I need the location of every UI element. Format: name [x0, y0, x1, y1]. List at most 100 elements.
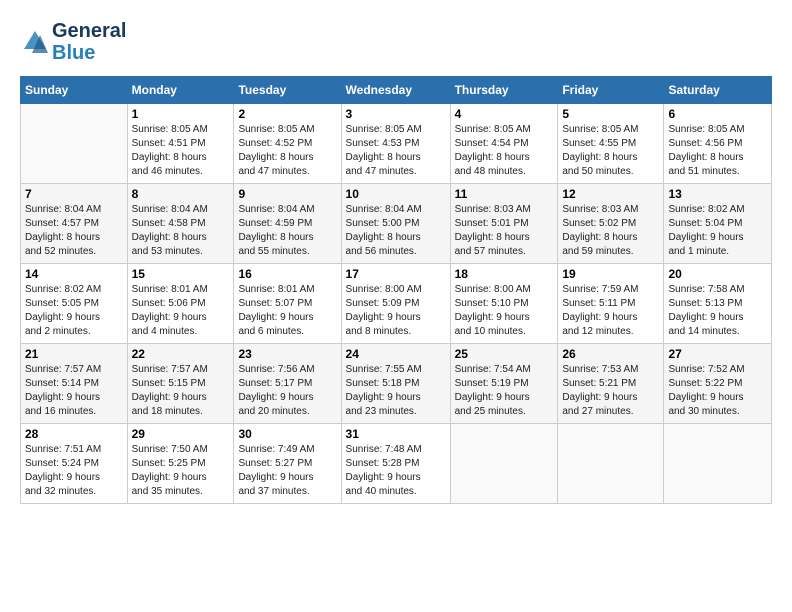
calendar-cell: 17 Sunrise: 8:00 AMSunset: 5:09 PMDayligh…	[341, 264, 450, 344]
day-number: 25	[455, 347, 554, 361]
day-info: Sunrise: 8:03 AMSunset: 5:01 PMDaylight:…	[455, 203, 554, 259]
day-info: Sunrise: 8:04 AMSunset: 4:57 PMDaylight:…	[25, 203, 123, 259]
day-number: 10	[346, 187, 446, 201]
page: General Blue SundayMondayTuesdayWednesda…	[0, 0, 792, 612]
day-number: 24	[346, 347, 446, 361]
day-number: 12	[562, 187, 659, 201]
day-info: Sunrise: 7:57 AMSunset: 5:14 PMDaylight:…	[25, 363, 123, 419]
calendar-cell: 11Sunrise: 8:03 AMSunset: 5:01 PMDayligh…	[450, 184, 558, 264]
day-info: Sunrise: 8:05 AMSunset: 4:51 PMDaylight:…	[132, 123, 230, 179]
calendar-cell: 9Sunrise: 8:04 AMSunset: 4:59 PMDaylight…	[234, 184, 341, 264]
day-number: 19	[562, 267, 659, 281]
weekday-header-saturday: Saturday	[664, 77, 772, 104]
day-info: Sunrise: 7:56 AMSunset: 5:17 PMDaylight:…	[238, 363, 336, 419]
day-number: 17	[346, 267, 446, 281]
day-info: Sunrise: 8:04 AMSunset: 4:58 PMDaylight:…	[132, 203, 230, 259]
day-info: Sunrise: 7:49 AMSunset: 5:27 PMDaylight:…	[238, 443, 336, 499]
day-info: Sunrise: 8:05 AMSunset: 4:55 PMDaylight:…	[562, 123, 659, 179]
day-info: Sunrise: 8:02 AMSunset: 5:04 PMDaylight:…	[668, 203, 767, 259]
day-number: 26	[562, 347, 659, 361]
calendar-cell: 22Sunrise: 7:57 AMSunset: 5:15 PMDayligh…	[127, 344, 234, 424]
week-row-4: 21 Sunrise: 7:57 AMSunset: 5:14 PMDayligh…	[21, 344, 772, 424]
day-info: Sunrise: 8:00 AMSunset: 5:10 PMDaylight:…	[455, 283, 554, 339]
calendar-cell: 13 Sunrise: 8:02 AMSunset: 5:04 PMDayligh…	[664, 184, 772, 264]
calendar-cell: 16Sunrise: 8:01 AMSunset: 5:07 PMDayligh…	[234, 264, 341, 344]
calendar-cell: 10Sunrise: 8:04 AMSunset: 5:00 PMDayligh…	[341, 184, 450, 264]
day-info: Sunrise: 8:05 AMSunset: 4:52 PMDaylight:…	[238, 123, 336, 179]
day-number: 15	[132, 267, 230, 281]
header: General Blue	[20, 20, 772, 64]
calendar-cell: 25 Sunrise: 7:54 AMSunset: 5:19 PMDayligh…	[450, 344, 558, 424]
day-info: Sunrise: 8:05 AMSunset: 4:56 PMDaylight:…	[668, 123, 767, 179]
day-info: Sunrise: 7:53 AMSunset: 5:21 PMDaylight:…	[562, 363, 659, 419]
day-number: 29	[132, 427, 230, 441]
calendar-cell	[664, 424, 772, 504]
day-number: 13	[668, 187, 767, 201]
day-number: 4	[455, 107, 554, 121]
calendar-cell: 29 Sunrise: 7:50 AMSunset: 5:25 PMDayligh…	[127, 424, 234, 504]
week-row-1: 1 Sunrise: 8:05 AMSunset: 4:51 PMDaylight…	[21, 104, 772, 184]
day-number: 28	[25, 427, 123, 441]
calendar-cell: 19 Sunrise: 7:59 AMSunset: 5:11 PMDayligh…	[558, 264, 664, 344]
day-number: 1	[132, 107, 230, 121]
calendar-cell: 28 Sunrise: 7:51 AMSunset: 5:24 PMDayligh…	[21, 424, 128, 504]
day-number: 21	[25, 347, 123, 361]
day-info: Sunrise: 7:48 AMSunset: 5:28 PMDaylight:…	[346, 443, 446, 499]
weekday-header-thursday: Thursday	[450, 77, 558, 104]
day-info: Sunrise: 7:52 AMSunset: 5:22 PMDaylight:…	[668, 363, 767, 419]
weekday-header-friday: Friday	[558, 77, 664, 104]
day-info: Sunrise: 7:50 AMSunset: 5:25 PMDaylight:…	[132, 443, 230, 499]
day-info: Sunrise: 7:58 AMSunset: 5:13 PMDaylight:…	[668, 283, 767, 339]
day-number: 2	[238, 107, 336, 121]
calendar-cell: 18 Sunrise: 8:00 AMSunset: 5:10 PMDayligh…	[450, 264, 558, 344]
weekday-header-monday: Monday	[127, 77, 234, 104]
day-info: Sunrise: 7:59 AMSunset: 5:11 PMDaylight:…	[562, 283, 659, 339]
day-info: Sunrise: 7:57 AMSunset: 5:15 PMDaylight:…	[132, 363, 230, 419]
weekday-header-tuesday: Tuesday	[234, 77, 341, 104]
calendar-cell: 30 Sunrise: 7:49 AMSunset: 5:27 PMDayligh…	[234, 424, 341, 504]
week-row-2: 7Sunrise: 8:04 AMSunset: 4:57 PMDaylight…	[21, 184, 772, 264]
day-info: Sunrise: 8:05 AMSunset: 4:54 PMDaylight:…	[455, 123, 554, 179]
weekday-header-row: SundayMondayTuesdayWednesdayThursdayFrid…	[21, 77, 772, 104]
day-info: Sunrise: 7:54 AMSunset: 5:19 PMDaylight:…	[455, 363, 554, 419]
day-number: 14	[25, 267, 123, 281]
logo-text: General Blue	[52, 20, 126, 64]
day-number: 23	[238, 347, 336, 361]
calendar-cell: 15 Sunrise: 8:01 AMSunset: 5:06 PMDayligh…	[127, 264, 234, 344]
calendar-cell: 5 Sunrise: 8:05 AMSunset: 4:55 PMDaylight…	[558, 104, 664, 184]
calendar-cell	[21, 104, 128, 184]
calendar-cell: 14Sunrise: 8:02 AMSunset: 5:05 PMDayligh…	[21, 264, 128, 344]
calendar-cell: 4 Sunrise: 8:05 AMSunset: 4:54 PMDaylight…	[450, 104, 558, 184]
day-info: Sunrise: 8:00 AMSunset: 5:09 PMDaylight:…	[346, 283, 446, 339]
calendar-cell: 6Sunrise: 8:05 AMSunset: 4:56 PMDaylight…	[664, 104, 772, 184]
week-row-5: 28 Sunrise: 7:51 AMSunset: 5:24 PMDayligh…	[21, 424, 772, 504]
day-info: Sunrise: 8:03 AMSunset: 5:02 PMDaylight:…	[562, 203, 659, 259]
calendar-cell: 23 Sunrise: 7:56 AMSunset: 5:17 PMDayligh…	[234, 344, 341, 424]
day-number: 31	[346, 427, 446, 441]
calendar-cell	[450, 424, 558, 504]
calendar-cell: 20 Sunrise: 7:58 AMSunset: 5:13 PMDayligh…	[664, 264, 772, 344]
week-row-3: 14Sunrise: 8:02 AMSunset: 5:05 PMDayligh…	[21, 264, 772, 344]
calendar-cell: 31 Sunrise: 7:48 AMSunset: 5:28 PMDayligh…	[341, 424, 450, 504]
calendar-cell: 3 Sunrise: 8:05 AMSunset: 4:53 PMDaylight…	[341, 104, 450, 184]
day-info: Sunrise: 8:01 AMSunset: 5:06 PMDaylight:…	[132, 283, 230, 339]
day-number: 3	[346, 107, 446, 121]
day-number: 30	[238, 427, 336, 441]
day-info: Sunrise: 7:51 AMSunset: 5:24 PMDaylight:…	[25, 443, 123, 499]
day-number: 18	[455, 267, 554, 281]
calendar-table: SundayMondayTuesdayWednesdayThursdayFrid…	[20, 76, 772, 504]
logo-icon	[20, 27, 50, 57]
day-info: Sunrise: 7:55 AMSunset: 5:18 PMDaylight:…	[346, 363, 446, 419]
calendar-cell: 1 Sunrise: 8:05 AMSunset: 4:51 PMDaylight…	[127, 104, 234, 184]
day-number: 5	[562, 107, 659, 121]
day-info: Sunrise: 8:05 AMSunset: 4:53 PMDaylight:…	[346, 123, 446, 179]
calendar-cell: 26 Sunrise: 7:53 AMSunset: 5:21 PMDayligh…	[558, 344, 664, 424]
weekday-header-sunday: Sunday	[21, 77, 128, 104]
day-number: 27	[668, 347, 767, 361]
logo: General Blue	[20, 20, 126, 64]
weekday-header-wednesday: Wednesday	[341, 77, 450, 104]
day-info: Sunrise: 8:04 AMSunset: 4:59 PMDaylight:…	[238, 203, 336, 259]
calendar-cell: 21 Sunrise: 7:57 AMSunset: 5:14 PMDayligh…	[21, 344, 128, 424]
calendar-cell: 2 Sunrise: 8:05 AMSunset: 4:52 PMDaylight…	[234, 104, 341, 184]
day-number: 20	[668, 267, 767, 281]
